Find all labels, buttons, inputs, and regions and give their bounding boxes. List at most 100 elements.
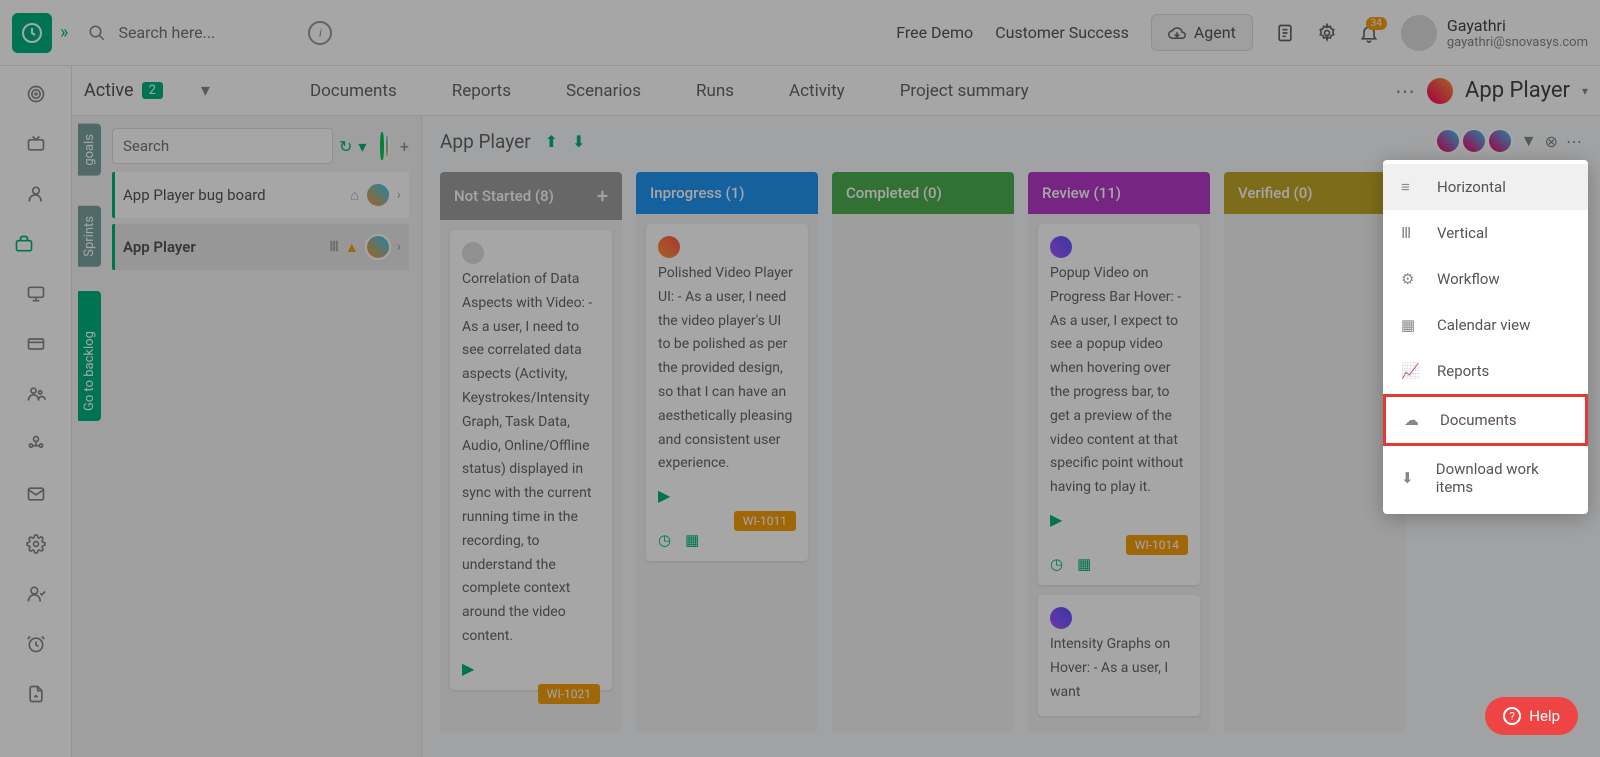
agent-button[interactable]: Agent	[1151, 14, 1253, 51]
menu-calendar-view[interactable]: ▦Calendar view	[1383, 302, 1588, 348]
chevron-down-icon: ▾	[201, 80, 210, 101]
expand-icon[interactable]: »	[60, 22, 68, 43]
user-menu[interactable]: Gayathri gayathri@snovasys.com	[1401, 15, 1588, 51]
project-dropdown-icon[interactable]: ▾	[1582, 84, 1588, 98]
team-icon[interactable]	[26, 434, 46, 454]
clock-icon[interactable]: ◷	[658, 531, 671, 549]
more-icon[interactable]: ⋯	[1395, 79, 1415, 103]
board-item-bug-board[interactable]: App Player bug board ⌂›	[112, 172, 409, 218]
file-icon[interactable]	[26, 684, 46, 704]
filter-icon[interactable]: ▾	[358, 137, 366, 156]
info-icon[interactable]: i	[308, 21, 332, 45]
work-item-tag: WI-1011	[734, 511, 796, 531]
clock-icon[interactable]: ◷	[1050, 555, 1063, 573]
add-card-icon[interactable]: +	[597, 184, 608, 208]
card-text: Correlation of Data Aspects with Video: …	[462, 268, 600, 649]
calendar-icon: ▦	[1401, 316, 1419, 334]
warning-icon: ▲	[345, 239, 359, 256]
assignee-avatar-icon	[658, 236, 680, 258]
close-icon[interactable]: ⊗	[1545, 132, 1558, 151]
notification-badge: 34	[1366, 17, 1387, 30]
search-icon	[88, 24, 106, 42]
global-search: i	[88, 21, 348, 45]
help-button[interactable]: ? Help	[1485, 697, 1578, 735]
vertical-icon: Ⅲ	[1401, 224, 1419, 242]
vertical-tab-backlog[interactable]: Go to backlog	[78, 291, 101, 421]
gear-icon[interactable]	[26, 534, 46, 554]
member-avatar[interactable]	[1435, 128, 1461, 154]
monitor-icon[interactable]	[26, 284, 46, 304]
menu-horizontal[interactable]: ≡Horizontal	[1383, 164, 1588, 210]
vertical-tab-goals[interactable]: goals	[78, 124, 101, 176]
tab-runs[interactable]: Runs	[696, 81, 734, 101]
tab-activity[interactable]: Activity	[789, 81, 845, 101]
free-demo-button[interactable]: Free Demo	[896, 23, 973, 42]
work-item-card[interactable]: Polished Video Player UI: - As a user, I…	[646, 224, 808, 561]
column-title: Verified (0)	[1238, 184, 1312, 202]
tab-scenarios[interactable]: Scenarios	[566, 81, 641, 101]
play-icon[interactable]: ▶	[462, 659, 600, 678]
left-navigation-rail	[0, 66, 72, 757]
assignee-avatar-icon	[1050, 607, 1072, 629]
active-count-badge: 2	[142, 82, 163, 99]
mail-icon[interactable]	[26, 484, 46, 504]
download-icon[interactable]: ⬇	[572, 132, 585, 151]
document-icon[interactable]	[1275, 23, 1295, 43]
column-not-started: Not Started (8) + Correlation of Data Asp…	[440, 172, 622, 732]
filter-icon[interactable]: ▼	[1521, 131, 1537, 151]
menu-download-work-items[interactable]: ⬇Download work items	[1383, 446, 1588, 510]
help-icon: ?	[1503, 707, 1521, 725]
user-email: gayathri@snovasys.com	[1447, 35, 1588, 50]
notification-bell-icon[interactable]: 34	[1359, 23, 1379, 43]
search-input[interactable]	[118, 23, 298, 42]
download-icon: ⬇	[1401, 469, 1418, 487]
customer-success-button[interactable]: Customer Success	[995, 23, 1129, 42]
column-title: Completed (0)	[846, 184, 942, 202]
tab-reports[interactable]: Reports	[452, 81, 511, 101]
tab-project-summary[interactable]: Project summary	[900, 81, 1029, 101]
people-icon[interactable]	[26, 384, 46, 404]
menu-vertical[interactable]: ⅢVertical	[1383, 210, 1588, 256]
topbar: » i Free Demo Customer Success Agent 34 …	[0, 0, 1600, 66]
column-title: Review (11)	[1042, 184, 1121, 202]
column-completed: Completed (0)	[832, 172, 1014, 732]
more-horizontal-icon[interactable]: ⋯	[1566, 132, 1582, 151]
board-item-app-player[interactable]: App Player Ⅲ▲›	[112, 224, 409, 270]
tv-icon[interactable]	[26, 134, 46, 154]
vertical-tab-sprints[interactable]: Sprints	[78, 206, 101, 267]
card-text: Intensity Graphs on Hover: - As a user, …	[1050, 633, 1188, 704]
chart-icon: 📈	[1401, 362, 1419, 380]
side-search-input[interactable]	[112, 128, 333, 164]
user-check-icon[interactable]	[26, 584, 46, 604]
settings-icon[interactable]	[1317, 23, 1337, 43]
work-item-card[interactable]: Intensity Graphs on Hover: - As a user, …	[1038, 595, 1200, 716]
work-item-card[interactable]: Popup Video on Progress Bar Hover: - As …	[1038, 224, 1200, 585]
target-icon[interactable]	[26, 84, 46, 104]
alarm-icon[interactable]	[26, 634, 46, 654]
add-button[interactable]: +	[400, 137, 409, 156]
menu-documents[interactable]: ☁Documents	[1383, 394, 1588, 446]
column-title: Not Started (8)	[454, 187, 554, 205]
work-item-card[interactable]: Correlation of Data Aspects with Video: …	[450, 230, 612, 690]
refresh-icon[interactable]: ↻	[339, 137, 352, 156]
active-filter-dropdown[interactable]: Active 2 ▾	[84, 80, 210, 101]
calendar-icon[interactable]: ▦	[685, 531, 699, 549]
app-logo[interactable]	[12, 13, 52, 53]
cloud-icon: ☁	[1404, 411, 1422, 429]
menu-reports[interactable]: 📈Reports	[1383, 348, 1588, 394]
user-avatar	[1401, 15, 1437, 51]
briefcase-icon[interactable]	[0, 234, 58, 254]
assignee-avatar	[384, 133, 390, 159]
play-icon[interactable]: ▶	[658, 486, 796, 505]
tab-documents[interactable]: Documents	[310, 81, 397, 101]
member-avatar[interactable]	[1487, 128, 1513, 154]
menu-workflow[interactable]: ⚙Workflow	[1383, 256, 1588, 302]
horizontal-icon: ≡	[1401, 178, 1419, 196]
upload-icon[interactable]: ⬆	[545, 132, 558, 151]
chevron-right-icon: ›	[397, 187, 401, 203]
person-icon[interactable]	[26, 184, 46, 204]
calendar-icon[interactable]: ▦	[1077, 555, 1091, 573]
play-icon[interactable]: ▶	[1050, 510, 1188, 529]
card-icon[interactable]	[26, 334, 46, 354]
member-avatar[interactable]	[1461, 128, 1487, 154]
